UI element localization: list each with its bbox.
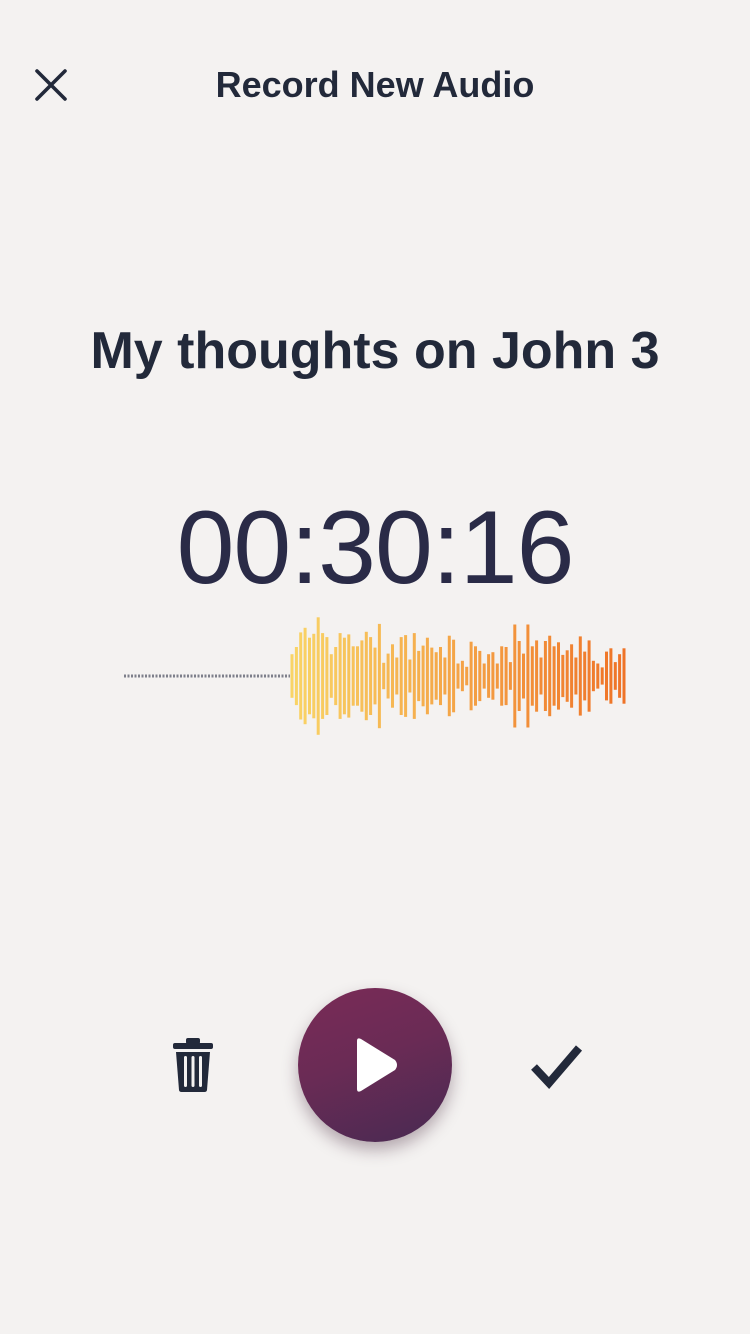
- waveform-bar: [325, 637, 329, 715]
- waveform-bar: [504, 647, 508, 706]
- waveform-bar: [478, 650, 482, 702]
- waveform-bar: [460, 660, 464, 692]
- waveform-bar: [487, 654, 491, 698]
- close-icon: [35, 69, 67, 101]
- waveform-bar: [513, 624, 517, 728]
- waveform-bar: [517, 641, 521, 711]
- waveform-bar: [342, 637, 346, 715]
- waveform-bar: [316, 617, 320, 735]
- waveform-bar: [530, 646, 534, 706]
- waveform-bar: [557, 642, 560, 710]
- waveform-bar: [474, 646, 477, 706]
- waveform-bar: [600, 667, 604, 685]
- waveform-bar: [452, 639, 456, 713]
- trash-icon: [173, 1038, 213, 1092]
- waveform-bar: [552, 646, 556, 706]
- waveform-bar: [351, 646, 355, 706]
- waveform-bar: [456, 663, 460, 689]
- checkmark-icon: [531, 1045, 583, 1089]
- waveform-bar: [399, 637, 403, 715]
- waveform-bar: [294, 647, 298, 706]
- waveform-bar: [561, 654, 565, 698]
- page-title: Record New Audio: [215, 64, 535, 105]
- waveform-bar: [386, 653, 390, 699]
- waveform-bar: [303, 627, 307, 725]
- waveform-bar: [495, 663, 499, 689]
- header: Record New Audio: [0, 0, 750, 170]
- waveform-bar: [373, 647, 377, 705]
- waveform-bar: [434, 652, 438, 700]
- confirm-button[interactable]: [522, 1035, 592, 1099]
- waveform-bar: [412, 633, 416, 719]
- play-icon: [357, 1038, 397, 1092]
- playback-controls: [0, 985, 750, 1145]
- waveform-bar: [299, 632, 303, 720]
- waveform-bar: [578, 636, 582, 716]
- waveform-bar: [334, 647, 338, 706]
- waveform-bar: [500, 646, 504, 706]
- waveform-bar: [609, 648, 613, 704]
- waveform-bar: [356, 646, 359, 706]
- waveform-bar: [360, 640, 364, 712]
- waveform-bar: [548, 635, 552, 717]
- waveform-bar: [408, 659, 412, 693]
- audio-waveform: [118, 610, 632, 742]
- close-button[interactable]: [20, 54, 82, 116]
- waveform-bar: [613, 662, 617, 690]
- waveform-bar: [508, 662, 512, 690]
- waveform-bar: [570, 644, 574, 708]
- waveform-bar: [522, 653, 525, 699]
- waveform-bar: [312, 633, 316, 719]
- waveform-bar: [618, 654, 622, 698]
- waveform-bar: [347, 634, 351, 718]
- waveform-bar: [417, 650, 421, 702]
- waveform-bar: [491, 652, 495, 700]
- waveform-bar: [535, 640, 539, 712]
- waveform-bar: [290, 654, 294, 698]
- waveform-bar: [391, 644, 394, 708]
- waveform-bar: [583, 651, 587, 701]
- waveform-bar: [539, 657, 543, 695]
- waveform-bar: [395, 657, 399, 695]
- waveform-bar: [425, 637, 429, 715]
- waveform-bar: [369, 637, 373, 715]
- waveform-bar: [587, 640, 591, 712]
- waveform-bar: [338, 633, 342, 719]
- waveform-bar: [430, 647, 434, 705]
- waveform-bar: [439, 647, 442, 706]
- waveform-bar: [404, 635, 408, 717]
- waveform-bar: [377, 623, 381, 729]
- waveform-bar: [469, 641, 473, 711]
- play-button[interactable]: [298, 988, 452, 1142]
- waveform-bar: [605, 651, 608, 701]
- waveform-bar: [447, 635, 451, 717]
- waveform-bar: [622, 648, 626, 704]
- waveform-bar: [465, 666, 469, 686]
- waveform-bar: [482, 663, 486, 689]
- waveform-bar: [565, 650, 569, 702]
- waveform-bar: [543, 641, 547, 711]
- waveform-bar: [443, 657, 447, 695]
- waveform-bar: [596, 663, 600, 689]
- waveform-bar: [382, 662, 386, 690]
- waveform-bar: [321, 633, 325, 719]
- recording-timer: 00:30:16: [176, 490, 575, 606]
- waveform-bar: [421, 645, 425, 707]
- waveform-bar: [364, 631, 368, 721]
- delete-recording-button[interactable]: [160, 1030, 226, 1100]
- waveform-bar: [574, 657, 578, 695]
- waveform-bar: [308, 637, 311, 715]
- waveform-bar: [591, 660, 595, 692]
- waveform-bar: [329, 654, 333, 698]
- waveform-bar: [526, 624, 530, 728]
- recording-title: My thoughts on John 3: [90, 322, 660, 380]
